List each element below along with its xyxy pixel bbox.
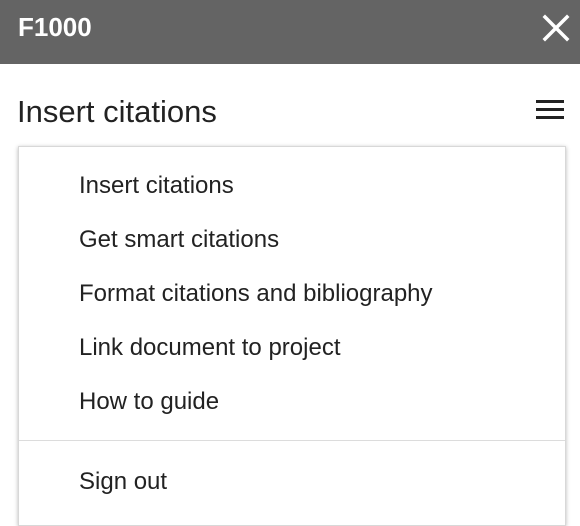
close-icon	[542, 14, 570, 42]
hamburger-menu-icon	[536, 100, 564, 119]
menu-item-sign-out[interactable]: Sign out	[79, 467, 167, 497]
dropdown-menu: Insert citations Get smart citations For…	[18, 146, 566, 526]
menu-divider	[19, 440, 565, 441]
menu-item-how-to-guide[interactable]: How to guide	[79, 387, 219, 417]
close-button[interactable]	[536, 8, 576, 48]
menu-item-insert-citations[interactable]: Insert citations	[79, 171, 234, 201]
page-heading: Insert citations	[17, 94, 217, 129]
app-title: F1000	[18, 12, 92, 42]
menu-button[interactable]	[530, 92, 570, 128]
title-bar: F1000	[0, 0, 580, 64]
menu-item-link-document[interactable]: Link document to project	[79, 333, 340, 363]
menu-item-format-citations[interactable]: Format citations and bibliography	[79, 279, 433, 309]
menu-item-get-smart-citations[interactable]: Get smart citations	[79, 225, 279, 255]
